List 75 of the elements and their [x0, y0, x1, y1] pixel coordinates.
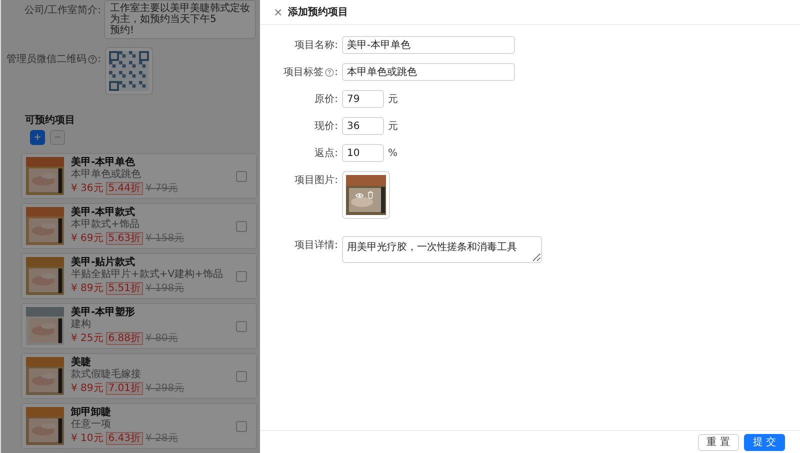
- item-card[interactable]: 美睫 款式假睫毛嫁接 ¥ 89元 7.01折 ¥ 298元: [21, 353, 257, 399]
- checkbox[interactable]: [236, 420, 247, 432]
- item-title: 美睫: [71, 357, 92, 368]
- item-price: ¥ 10元: [71, 432, 104, 444]
- item-description: 本甲款式+饰品: [71, 219, 140, 231]
- field-label: :: [334, 66, 338, 78]
- original-price: ¥ 298元: [146, 382, 184, 394]
- item-description: 本甲单色或跳色: [71, 169, 142, 181]
- eye-icon[interactable]: [355, 192, 364, 199]
- help-icon[interactable]: [88, 54, 97, 64]
- checkbox[interactable]: [236, 220, 247, 232]
- reset-button[interactable]: 重 置: [698, 434, 739, 450]
- field-label: 项目名称:: [294, 39, 338, 52]
- help-icon[interactable]: [324, 68, 334, 76]
- input-field[interactable]: 美甲-本甲单色: [342, 36, 515, 54]
- number-field[interactable]: 10: [342, 144, 384, 162]
- close-button[interactable]: ×: [272, 5, 284, 19]
- item-description: 任意一项: [71, 419, 112, 431]
- checkbox[interactable]: [236, 370, 247, 382]
- original-price: ¥ 198元: [146, 282, 184, 294]
- item-card[interactable]: 美甲-本甲款式 本甲款式+饰品 ¥ 69元 5.63折 ¥ 158元: [21, 203, 257, 249]
- discount-tag: 6.88折: [106, 332, 143, 345]
- number-field[interactable]: 79: [342, 90, 384, 108]
- unit-label: %: [388, 148, 398, 158]
- original-price: ¥ 158元: [146, 232, 184, 244]
- item-title: 美甲-贴片款式: [71, 257, 136, 268]
- item-price: ¥ 69元: [71, 232, 104, 244]
- item-price: ¥ 89元: [71, 282, 104, 294]
- field-label: 公司/工作室简介:: [23, 4, 102, 17]
- drawer-title: 添加预约项目: [288, 6, 348, 19]
- unit-label: 元: [388, 93, 398, 106]
- unit-label: 元: [388, 120, 398, 133]
- original-price: ¥ 79元: [146, 182, 178, 194]
- intro-text[interactable]: 工作室主要以美甲美睫韩式定妆为主，如预约当天下午5 预约!: [104, 0, 256, 39]
- original-price: ¥ 80元: [146, 332, 178, 344]
- item-card[interactable]: 美甲-贴片款式 半贴全贴甲片+款式+V建构+饰品 ¥ 89元 5.51折 ¥ 198元: [21, 253, 257, 299]
- field-label: 原价:: [314, 93, 338, 106]
- checkbox[interactable]: [236, 170, 247, 182]
- checkbox[interactable]: [236, 270, 247, 282]
- item-price: ¥ 89元: [71, 382, 104, 394]
- item-title: 美甲-本甲款式: [71, 207, 136, 218]
- number-field[interactable]: 36: [342, 117, 384, 135]
- discount-tag: 5.44折: [106, 182, 143, 195]
- item-card[interactable]: 美甲-本甲单色 本甲单色或跳色 ¥ 36元 5.44折 ¥ 79元: [21, 153, 257, 199]
- submit-button[interactable]: 提 交: [744, 434, 785, 450]
- item-description: 款式假睫毛嫁接: [71, 369, 142, 381]
- checkbox[interactable]: [236, 320, 247, 332]
- field-label: 管理员微信二维码: [6, 52, 87, 66]
- discount-tag: 5.63折: [106, 232, 143, 245]
- discount-tag: 6.43折: [106, 432, 143, 445]
- item-price: ¥ 36元: [71, 182, 104, 194]
- discount-tag: 7.01折: [106, 382, 143, 395]
- item-description: 半贴全贴甲片+款式+V建构+饰品: [71, 269, 224, 281]
- field-label: 返点:: [314, 146, 338, 160]
- input-field[interactable]: 本甲单色或跳色: [342, 63, 515, 81]
- item-card[interactable]: 卸甲卸睫 任意一项 ¥ 10元 6.43折 ¥ 28元: [21, 403, 257, 449]
- item-title: 美甲-本甲塑形: [71, 307, 136, 318]
- field-label: :: [98, 54, 101, 64]
- original-price: ¥ 28元: [146, 432, 178, 444]
- field-label: 项目标签: [284, 66, 324, 79]
- add-button[interactable]: +: [30, 130, 45, 145]
- qr-code: [105, 47, 153, 95]
- item-card[interactable]: 美甲-本甲塑形 建构 ¥ 25元 6.88折 ¥ 80元: [21, 303, 257, 349]
- item-price: ¥ 25元: [71, 332, 104, 344]
- textarea-field[interactable]: 用美甲光疗胶，一次性搓条和消毒工具: [342, 236, 542, 263]
- item-title: 卸甲卸睫: [71, 407, 112, 418]
- discount-tag: 5.51折: [106, 282, 143, 295]
- section-title: 可预约项目: [25, 115, 76, 127]
- image-upload[interactable]: [342, 171, 390, 219]
- item-title: 美甲-本甲单色: [71, 157, 136, 168]
- field-label: 项目详情:: [294, 238, 338, 252]
- item-description: 建构: [71, 319, 92, 331]
- delete-icon[interactable]: [367, 191, 374, 199]
- field-label: 现价:: [314, 120, 338, 133]
- field-label: 项目图片:: [294, 174, 338, 187]
